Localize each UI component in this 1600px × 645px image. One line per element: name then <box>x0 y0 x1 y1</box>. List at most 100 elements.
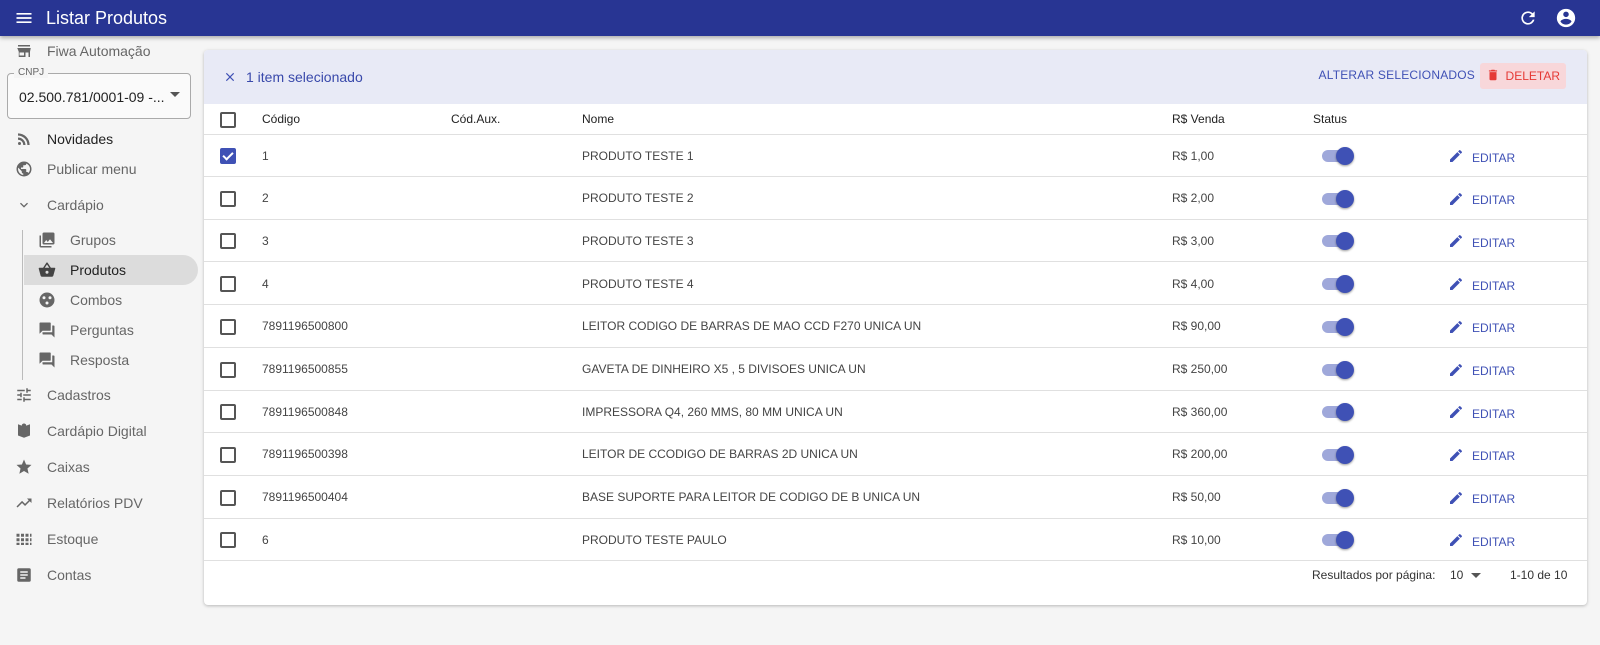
edit-label: EDITAR <box>1472 321 1516 336</box>
cell-venda: R$ 90,00 <box>1172 319 1221 334</box>
sidebar-item-estoque[interactable]: Estoque <box>0 524 98 554</box>
row-checkbox[interactable] <box>220 532 236 549</box>
cell-venda: R$ 250,00 <box>1172 362 1228 376</box>
status-toggle[interactable] <box>1322 189 1354 208</box>
pagination: Resultados por página: 10 1-10 de 10 <box>204 554 1587 594</box>
edit-button[interactable]: EDITAR <box>1448 532 1515 551</box>
rows-per-page-value: 10 <box>1450 568 1464 582</box>
sidebar-item-label: Publicar menu <box>47 161 137 177</box>
alter-selected-button[interactable]: ALTERAR SELECIONADOS <box>1319 68 1475 82</box>
sidebar-item-produtos[interactable]: Produtos <box>24 255 198 285</box>
edit-label: EDITAR <box>1472 150 1516 165</box>
sidebar-item-cardapio[interactable]: Cardápio <box>0 190 104 220</box>
header-nome[interactable]: Nome <box>582 104 614 134</box>
row-checkbox[interactable] <box>220 318 236 335</box>
sidebar-item-cardapio-digital[interactable]: Cardápio Digital <box>0 416 147 446</box>
row-checkbox[interactable] <box>220 276 236 293</box>
status-toggle[interactable] <box>1322 403 1354 422</box>
status-toggle[interactable] <box>1322 147 1354 165</box>
table-row[interactable]: 2 PRODUTO TESTE 2 R$ 2,00 EDITAR <box>204 178 1587 220</box>
sidebar-item-resposta[interactable]: Resposta <box>24 345 198 375</box>
row-checkbox[interactable] <box>220 361 236 378</box>
rows-per-page-label: Resultados por página: <box>1312 568 1436 582</box>
edit-button[interactable]: EDITAR <box>1448 404 1515 423</box>
document-icon <box>14 565 34 585</box>
edit-button[interactable]: EDITAR <box>1448 447 1515 466</box>
sidebar-item-contas[interactable]: Contas <box>0 560 91 590</box>
table-header: Código Cód.Aux. Nome R$ Venda Status <box>204 104 1587 135</box>
edit-button[interactable]: EDITAR <box>1448 362 1515 381</box>
sidebar-item-caixas[interactable]: Caixas <box>0 452 90 482</box>
row-checkbox[interactable] <box>220 446 236 463</box>
cell-codigo: 7891196500848 <box>262 404 348 419</box>
rows-per-page-select[interactable]: 10 <box>1450 568 1482 582</box>
pencil-icon <box>1448 276 1464 295</box>
table-row[interactable]: 3 PRODUTO TESTE 3 R$ 3,00 EDITAR <box>204 220 1587 263</box>
table-row[interactable]: 4 PRODUTO TESTE 4 R$ 4,00 EDITAR <box>204 263 1587 306</box>
header-cod-aux[interactable]: Cód.Aux. <box>451 104 500 134</box>
sidebar-item-label: Caixas <box>47 459 90 475</box>
header-venda[interactable]: R$ Venda <box>1172 104 1225 134</box>
sidebar-item-relatorios-pdv[interactable]: Relatórios PDV <box>0 488 143 518</box>
table-row[interactable]: 7891196500800 LEITOR CODIGO DE BARRAS DE … <box>204 306 1587 348</box>
star-icon <box>14 457 34 477</box>
sidebar-item-combos[interactable]: Combos <box>24 285 198 315</box>
sidebar-item-grupos[interactable]: Grupos <box>24 225 198 255</box>
account-icon[interactable] <box>1554 6 1578 30</box>
edit-label: EDITAR <box>1472 449 1516 464</box>
edit-button[interactable]: EDITAR <box>1448 191 1515 210</box>
status-toggle[interactable] <box>1322 232 1354 251</box>
status-toggle[interactable] <box>1322 317 1354 336</box>
row-checkbox[interactable] <box>220 489 236 506</box>
pagination-range: 1-10 de 10 <box>1510 568 1568 582</box>
header-status[interactable]: Status <box>1313 104 1347 134</box>
menu-icon[interactable] <box>12 6 36 30</box>
globe-icon <box>14 159 34 179</box>
pencil-icon <box>1448 362 1464 381</box>
company-name: Fiwa Automação <box>47 43 151 59</box>
cell-venda: R$ 2,00 <box>1172 191 1215 206</box>
status-toggle[interactable] <box>1322 360 1354 379</box>
cell-venda: R$ 360,00 <box>1172 404 1228 419</box>
cell-venda: R$ 50,00 <box>1172 490 1221 505</box>
table-row[interactable]: 7891196500855 GAVETA DE DINHEIRO X5 , 5 D… <box>204 349 1587 391</box>
selection-count: 1 item selecionado <box>246 69 363 85</box>
edit-button[interactable]: EDITAR <box>1448 276 1515 295</box>
close-icon[interactable] <box>220 67 240 87</box>
row-checkbox[interactable] <box>220 404 236 421</box>
status-toggle[interactable] <box>1322 445 1354 464</box>
cell-codigo: 7891196500855 <box>262 362 348 376</box>
delete-button[interactable]: DELETAR <box>1479 63 1566 89</box>
app-bar: Listar Produtos <box>0 0 1600 36</box>
cell-venda: R$ 200,00 <box>1172 447 1228 462</box>
edit-button[interactable]: EDITAR <box>1448 490 1515 509</box>
status-toggle[interactable] <box>1322 488 1354 507</box>
table-row[interactable]: 1 PRODUTO TESTE 1 R$ 1,00 EDITAR <box>204 135 1587 177</box>
select-all-checkbox[interactable] <box>220 112 236 128</box>
sidebar-item-novidades[interactable]: Novidades <box>0 124 113 154</box>
sidebar-item-label: Resposta <box>70 352 130 368</box>
edit-button[interactable]: EDITAR <box>1448 319 1515 338</box>
cell-nome: PRODUTO TESTE 1 <box>582 148 694 163</box>
edit-button[interactable]: EDITAR <box>1448 148 1515 167</box>
sidebar-item-perguntas[interactable]: Perguntas <box>24 315 198 345</box>
cell-nome: PRODUTO TESTE 4 <box>582 276 694 291</box>
status-toggle[interactable] <box>1322 531 1354 550</box>
sidebar-item-label: Relatórios PDV <box>47 495 143 511</box>
edit-button[interactable]: EDITAR <box>1448 233 1515 252</box>
table-row[interactable]: 7891196500848 IMPRESSORA Q4, 260 MMS, 80 … <box>204 391 1587 434</box>
status-toggle[interactable] <box>1322 275 1354 294</box>
row-checkbox[interactable] <box>220 190 236 207</box>
rss-icon <box>14 129 34 149</box>
refresh-icon[interactable] <box>1516 6 1540 30</box>
pencil-icon <box>1448 404 1464 423</box>
sidebar-company[interactable]: Fiwa Automação <box>0 36 151 66</box>
table-row[interactable]: 7891196500404 BASE SUPORTE PARA LEITOR DE… <box>204 477 1587 519</box>
row-checkbox[interactable] <box>220 233 236 250</box>
sidebar-item-publicar-menu[interactable]: Publicar menu <box>0 154 137 184</box>
cnpj-select[interactable]: CNPJ 02.500.781/0001-09 -... <box>7 67 191 119</box>
table-row[interactable]: 7891196500398 LEITOR DE CCODIGO DE BARRAS… <box>204 434 1587 476</box>
sidebar-item-cadastros[interactable]: Cadastros <box>0 380 111 410</box>
row-checkbox[interactable] <box>220 148 236 164</box>
header-codigo[interactable]: Código <box>262 104 300 134</box>
